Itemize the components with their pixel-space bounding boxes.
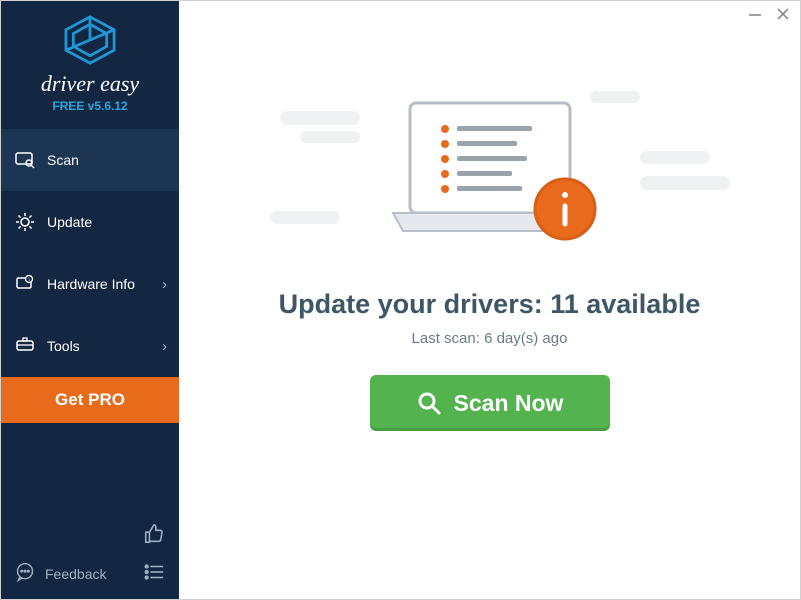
- hardware-icon: i: [15, 275, 35, 293]
- nav-label: Scan: [47, 152, 79, 168]
- nav-item-update[interactable]: Update: [1, 191, 179, 253]
- list-icon[interactable]: [143, 562, 165, 585]
- scan-now-button[interactable]: Scan Now: [370, 375, 610, 431]
- window-controls: [748, 7, 790, 25]
- nav-label: Hardware Info: [47, 276, 135, 292]
- brand-name: driver easy: [1, 71, 179, 97]
- main-area: Update your drivers: 11 available Last s…: [179, 1, 800, 599]
- nav-label: Tools: [47, 338, 80, 354]
- illustration: [310, 81, 670, 271]
- nav-label: Update: [47, 214, 92, 230]
- brand-version: FREE v5.6.12: [1, 99, 179, 113]
- laptop-icon: [375, 91, 605, 261]
- gear-icon: [15, 212, 35, 232]
- chevron-right-icon: ›: [162, 338, 167, 355]
- feedback-label[interactable]: Feedback: [45, 566, 106, 582]
- scan-now-label: Scan Now: [454, 390, 564, 417]
- logo-block: driver easy FREE v5.6.12: [1, 1, 179, 125]
- close-button[interactable]: [776, 7, 790, 25]
- sidebar: driver easy FREE v5.6.12 Scan Update i H…: [1, 1, 179, 599]
- chevron-right-icon: ›: [162, 276, 167, 293]
- nav-item-scan[interactable]: Scan: [1, 129, 179, 191]
- sidebar-footer: Feedback: [1, 509, 179, 599]
- get-pro-label: Get PRO: [55, 390, 125, 410]
- thumbs-up-icon[interactable]: [143, 523, 165, 550]
- nav-item-tools[interactable]: Tools ›: [1, 315, 179, 377]
- chat-icon[interactable]: [15, 562, 35, 585]
- get-pro-button[interactable]: Get PRO: [1, 377, 179, 423]
- last-scan-text: Last scan: 6 day(s) ago: [412, 330, 568, 347]
- logo-icon: [62, 15, 118, 65]
- scan-icon: [15, 151, 35, 169]
- search-icon: [416, 390, 442, 416]
- headline: Update your drivers: 11 available: [279, 289, 701, 320]
- sidebar-nav: Scan Update i Hardware Info › Tools ›: [1, 129, 179, 377]
- svg-text:i: i: [28, 278, 29, 284]
- tools-icon: [15, 337, 35, 355]
- minimize-button[interactable]: [748, 7, 762, 25]
- nav-item-hardware-info[interactable]: i Hardware Info ›: [1, 253, 179, 315]
